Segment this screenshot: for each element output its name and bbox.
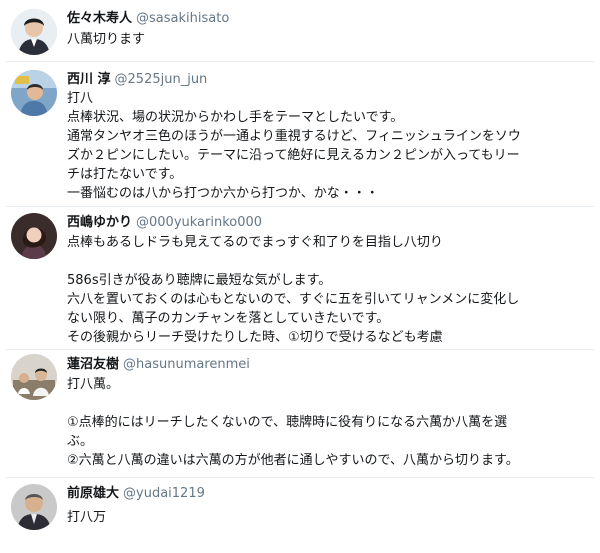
tweet-line: ない限り、萬子のカンチャンを落としていきたいです。 xyxy=(67,311,390,326)
display-name[interactable]: 佐々木寿人 xyxy=(67,11,132,26)
tweet-line: 点棒もあるしドラも見えてるのでまっすぐ和了りを目指し八切り xyxy=(67,235,443,250)
tweet-line: ②六萬と八萬の違いは六萬の方が他者に通しやすいので、八萬から切ります。 xyxy=(67,453,519,468)
divider xyxy=(6,349,594,350)
divider xyxy=(6,61,594,62)
tweet-line: 打八万 xyxy=(67,510,107,525)
user-handle[interactable]: @2525jun_jun xyxy=(115,72,208,87)
tweet-line: 一番悩むのは八から打つか六から打つか、かな・・・ xyxy=(67,186,379,201)
user-handle[interactable]: @000yukarinko000 xyxy=(136,215,262,230)
display-name[interactable]: 蓮沼友樹 xyxy=(67,357,119,372)
tweet-text: 打八萬。 ①点棒的にはリーチしたくないので、聴牌時に役有りになる六萬か八萬を選 … xyxy=(67,375,547,470)
avatar[interactable] xyxy=(11,70,57,116)
avatar[interactable] xyxy=(11,354,57,400)
tweet-line: ズか２ピンにしたい。テーマに沿って絶好に見えるカン２ピンが入ってもリー xyxy=(67,148,520,163)
user-handle[interactable]: @sasakihisato xyxy=(136,11,229,26)
tweet-line: ぶ。 xyxy=(67,434,94,449)
tweet-line: 打八 xyxy=(67,91,94,106)
user-handle[interactable]: @yudai1219 xyxy=(123,486,205,501)
reply-feed: 佐々木寿人 @sasakihisato 八萬切ります 西川 淳 @2525jun_j… xyxy=(0,0,600,553)
display-name[interactable]: 西嶋ゆかり xyxy=(67,215,132,230)
divider xyxy=(6,477,594,478)
display-name[interactable]: 前原雄大 xyxy=(67,486,119,501)
tweet-text: 打八 点棒状況、場の状況からかわし手をテーマとしたいです。 通常タンヤオ三色のほ… xyxy=(67,89,547,203)
tweet-line: 通常タンヤオ三色のほうが一通より重視するけど、フィニッシュラインをソウ xyxy=(67,129,521,144)
tweet-text: 八萬切ります xyxy=(67,30,547,49)
tweet-line: 八萬切ります xyxy=(67,32,146,47)
avatar[interactable] xyxy=(11,213,57,259)
tweet-text: 打八万 xyxy=(67,508,547,527)
tweet-line: 六八を置いておくのは心もとないので、すぐに五を引いてリャンメンに変化し xyxy=(67,292,520,307)
tweet-line: チは打たないです。 xyxy=(67,167,183,182)
avatar[interactable] xyxy=(11,9,57,55)
divider xyxy=(6,206,594,207)
avatar[interactable] xyxy=(11,484,57,530)
tweet-line: 点棒状況、場の状況からかわし手をテーマとしたいです。 xyxy=(67,110,404,125)
tweet-line: その後親からリーチ受けたりした時、①切りで受けるなども考慮 xyxy=(67,330,443,345)
tweet-text: 点棒もあるしドラも見えてるのでまっすぐ和了りを目指し八切り 586s引きが役あり… xyxy=(67,233,547,347)
display-name[interactable]: 西川 淳 xyxy=(67,72,111,87)
user-handle[interactable]: @hasunumarenmei xyxy=(123,357,250,372)
tweet-line: ①点棒的にはリーチしたくないので、聴牌時に役有りになる六萬か八萬を選 xyxy=(67,415,508,430)
tweet-line: 打八萬。 xyxy=(67,377,120,392)
tweet-line: 586s引きが役あり聴牌に最短な気がします。 xyxy=(67,273,332,288)
